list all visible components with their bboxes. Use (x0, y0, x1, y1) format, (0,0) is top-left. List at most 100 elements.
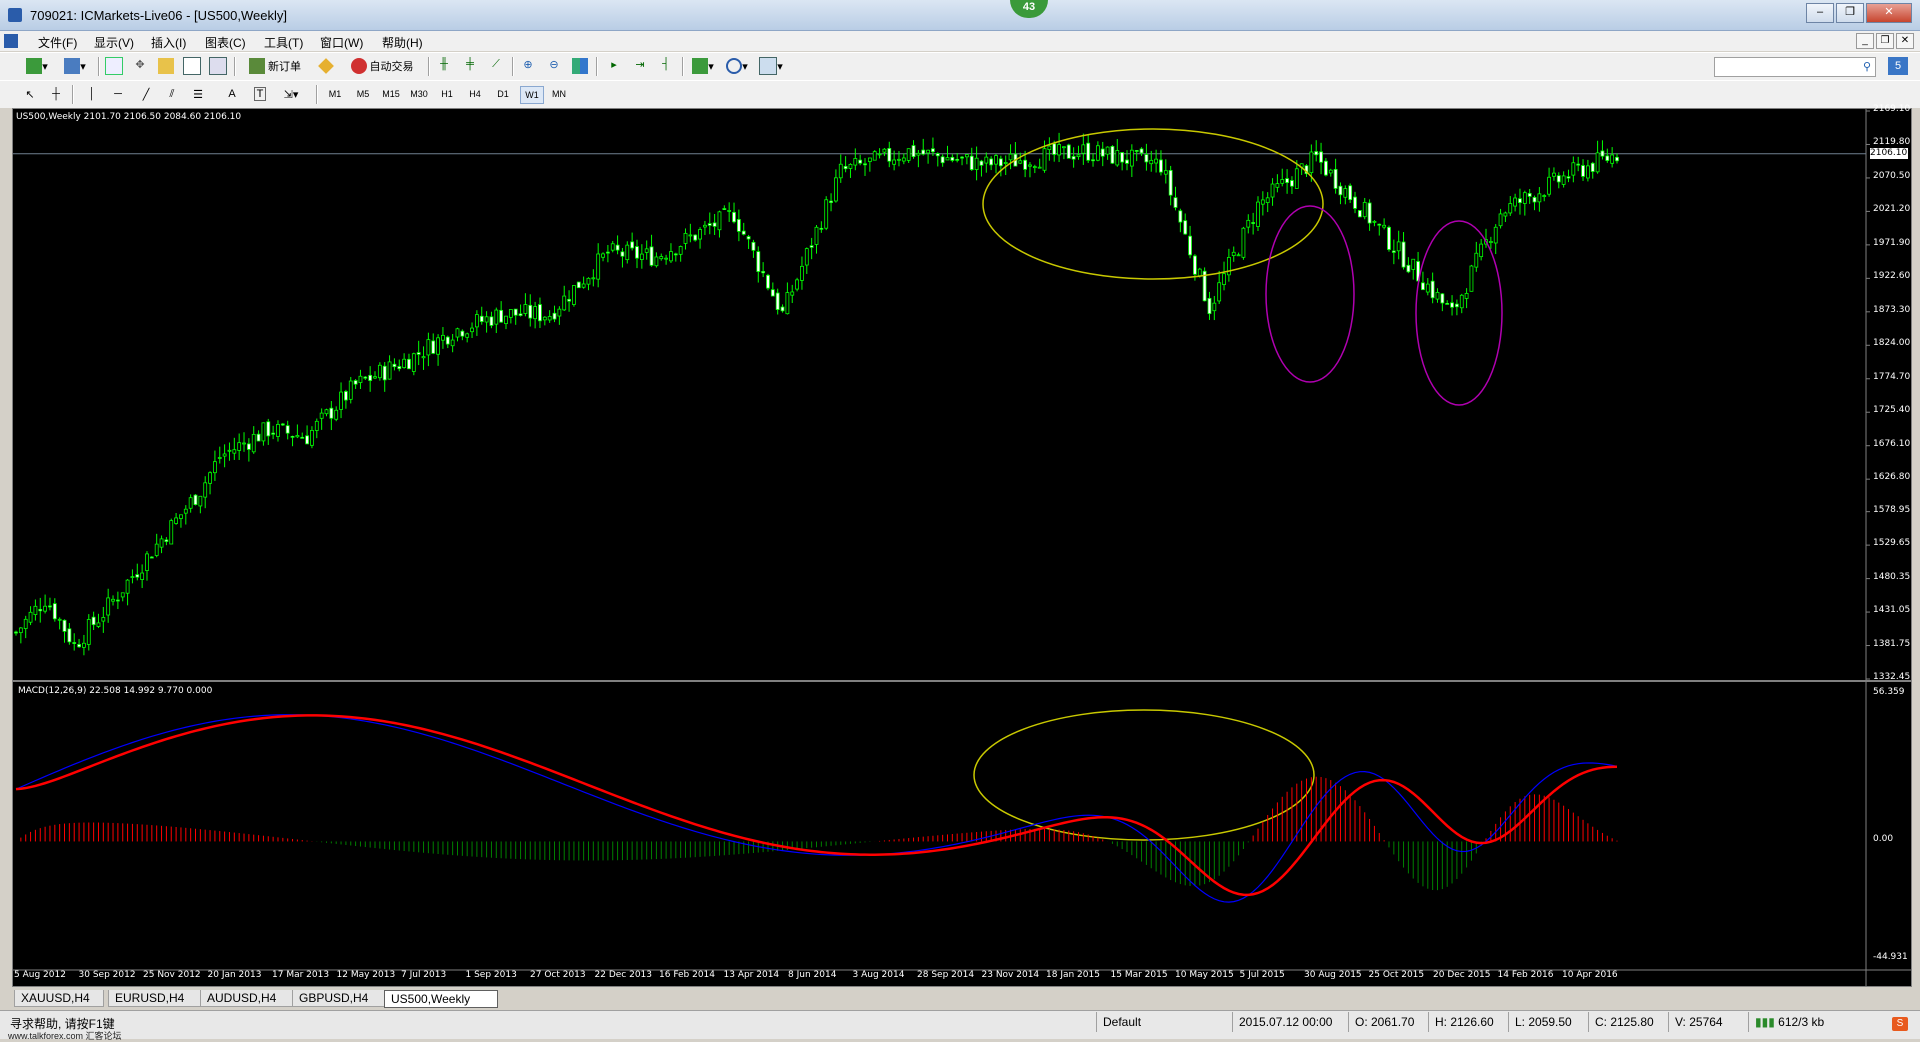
chart-area[interactable] (12, 108, 1912, 987)
date-tick-label: 1 Sep 2013 (465, 970, 517, 980)
fibonacci-tool[interactable]: ☰ (188, 85, 208, 103)
arrows-tool[interactable]: ⇲▾ (276, 85, 306, 103)
equidistant-channel-tool[interactable]: ⫽ (162, 85, 182, 103)
market-watch-button[interactable] (104, 57, 124, 75)
mdi-restore-button[interactable]: ❐ (1876, 33, 1894, 49)
periods-button[interactable]: ▾ (722, 57, 752, 75)
tab-eurusd-h4[interactable]: EURUSD,H4 (108, 990, 202, 1007)
window-title: 709021: ICMarkets-Live06 - [US500,Weekly… (30, 8, 287, 23)
text-tool[interactable]: A (222, 85, 242, 103)
templates-button[interactable]: ▾ (756, 57, 786, 75)
mdi-minimize-button[interactable]: _ (1856, 33, 1874, 49)
candle-body-bull (159, 538, 164, 548)
indicators-button[interactable]: ▾ (688, 57, 718, 75)
tab-xauusd-h4[interactable]: XAUUSD,H4 (14, 990, 104, 1007)
menu-window[interactable]: 窗口(W) (320, 34, 363, 51)
candlestick-button[interactable]: ╪ (460, 57, 480, 75)
tile-windows-button[interactable] (570, 57, 590, 75)
candle-body-bull (901, 157, 906, 162)
profiles-button[interactable]: ▾ (58, 57, 92, 75)
candle-body-bull (678, 246, 683, 255)
auto-scroll-button[interactable]: ▸ (604, 57, 624, 75)
candle-body-bear (707, 223, 712, 226)
chart-shift-line-button[interactable]: ┤ (656, 57, 676, 75)
close-button[interactable]: ✕ (1866, 3, 1912, 23)
bar-chart-button[interactable]: ╫ (434, 57, 454, 75)
chart-shift-button[interactable]: ⇥ (630, 57, 650, 75)
chart-tabs: XAUUSD,H4 EURUSD,H4 AUDUSD,H4 GBPUSD,H4 … (0, 988, 1920, 1008)
date-tick-label: 10 May 2015 (1175, 970, 1234, 980)
search-input[interactable]: ⚲ (1714, 57, 1876, 77)
candle-body-bull (130, 576, 135, 579)
mql5-community-button[interactable]: 5 (1888, 57, 1908, 75)
market-watch-icon (105, 57, 123, 75)
candle-body-bull (1256, 201, 1260, 227)
candle-body-bull (1469, 265, 1474, 292)
candle-body-bear (1052, 143, 1057, 155)
price-tick-label: 1381.75 (1873, 638, 1911, 649)
timeframe-m30[interactable]: M30 (408, 86, 430, 102)
candle-body-bull (203, 482, 208, 498)
candle (1387, 225, 1391, 252)
candle-body-bear (329, 407, 334, 419)
timeframe-h1[interactable]: H1 (436, 86, 458, 102)
candle-body-bear (863, 163, 867, 166)
terminal-button[interactable] (182, 57, 202, 75)
candle-body-bull (688, 234, 693, 237)
candle-body-bull (1498, 213, 1503, 227)
timeframe-m5[interactable]: M5 (352, 86, 374, 102)
timeframe-h4[interactable]: H4 (464, 86, 486, 102)
candle-body-bull (222, 453, 227, 457)
timeframe-mn[interactable]: MN (548, 86, 570, 102)
new-chart-button[interactable]: ▾ (20, 57, 54, 75)
timeframe-d1[interactable]: D1 (492, 86, 514, 102)
candle-body-bull (145, 553, 149, 571)
new-order-button[interactable]: 新订单 (240, 57, 310, 75)
candle-body-bull (1275, 183, 1280, 188)
text-label-tool[interactable]: T (250, 85, 270, 103)
candle-body-bull (1008, 153, 1013, 161)
status-close: C: 2125.80 (1588, 1012, 1665, 1032)
auto-trading-button[interactable]: 自动交易 (342, 57, 422, 75)
vertical-line-tool[interactable]: │ (82, 85, 102, 103)
zoom-in-button[interactable]: ⊕ (518, 57, 538, 75)
connection-status[interactable]: ▮▮▮ 612/3 kb (1748, 1012, 1865, 1032)
line-chart-button[interactable]: ⟋ (486, 57, 506, 75)
tab-gbpusd-h4[interactable]: GBPUSD,H4 (292, 990, 386, 1007)
candle-body-bull (314, 420, 319, 431)
cursor-tool[interactable]: ↖ (20, 85, 40, 103)
timeframe-m1[interactable]: M1 (324, 86, 346, 102)
timeframe-m15[interactable]: M15 (380, 86, 402, 102)
menu-view[interactable]: 显示(V) (94, 34, 134, 51)
candle-body-bull (790, 291, 795, 296)
candle-body-bull (1197, 268, 1202, 277)
menu-file[interactable]: 文件(F) (38, 34, 77, 51)
price-tick-label: 2119.80 (1873, 137, 1911, 148)
candle-body-bear (1178, 210, 1183, 223)
navigator-button[interactable] (156, 57, 176, 75)
candle-body-bear (630, 241, 635, 249)
metaeditor-button[interactable] (316, 57, 336, 75)
tab-audusd-h4[interactable]: AUDUSD,H4 (200, 990, 294, 1007)
navigator-icon (158, 58, 174, 74)
maximize-button[interactable]: ❐ (1836, 3, 1864, 23)
trendline-tool[interactable]: ╱ (136, 85, 156, 103)
crosshair-tool[interactable]: ┼ (46, 85, 66, 103)
menu-help[interactable]: 帮助(H) (382, 34, 423, 51)
menu-tools[interactable]: 工具(T) (264, 34, 303, 51)
mdi-close-button[interactable]: ✕ (1896, 33, 1914, 49)
profiles-icon (64, 58, 81, 74)
menu-charts[interactable]: 图表(C) (205, 34, 246, 51)
timeframe-w1[interactable]: W1 (520, 86, 544, 104)
clock-icon (726, 58, 743, 74)
tab-us500-weekly[interactable]: US500,Weekly (384, 990, 498, 1008)
horizontal-line-tool[interactable]: ─ (108, 85, 128, 103)
strategy-tester-button[interactable] (208, 57, 228, 75)
zoom-out-button[interactable]: ⊖ (544, 57, 564, 75)
minimize-button[interactable]: – (1806, 3, 1834, 23)
candle-body-bear (460, 330, 465, 337)
menu-insert[interactable]: 插入(I) (151, 34, 186, 51)
date-tick-label: 25 Oct 2015 (1368, 970, 1425, 980)
notification-badge[interactable]: 43 (1010, 0, 1048, 18)
data-window-button[interactable]: ✥ (130, 57, 150, 75)
